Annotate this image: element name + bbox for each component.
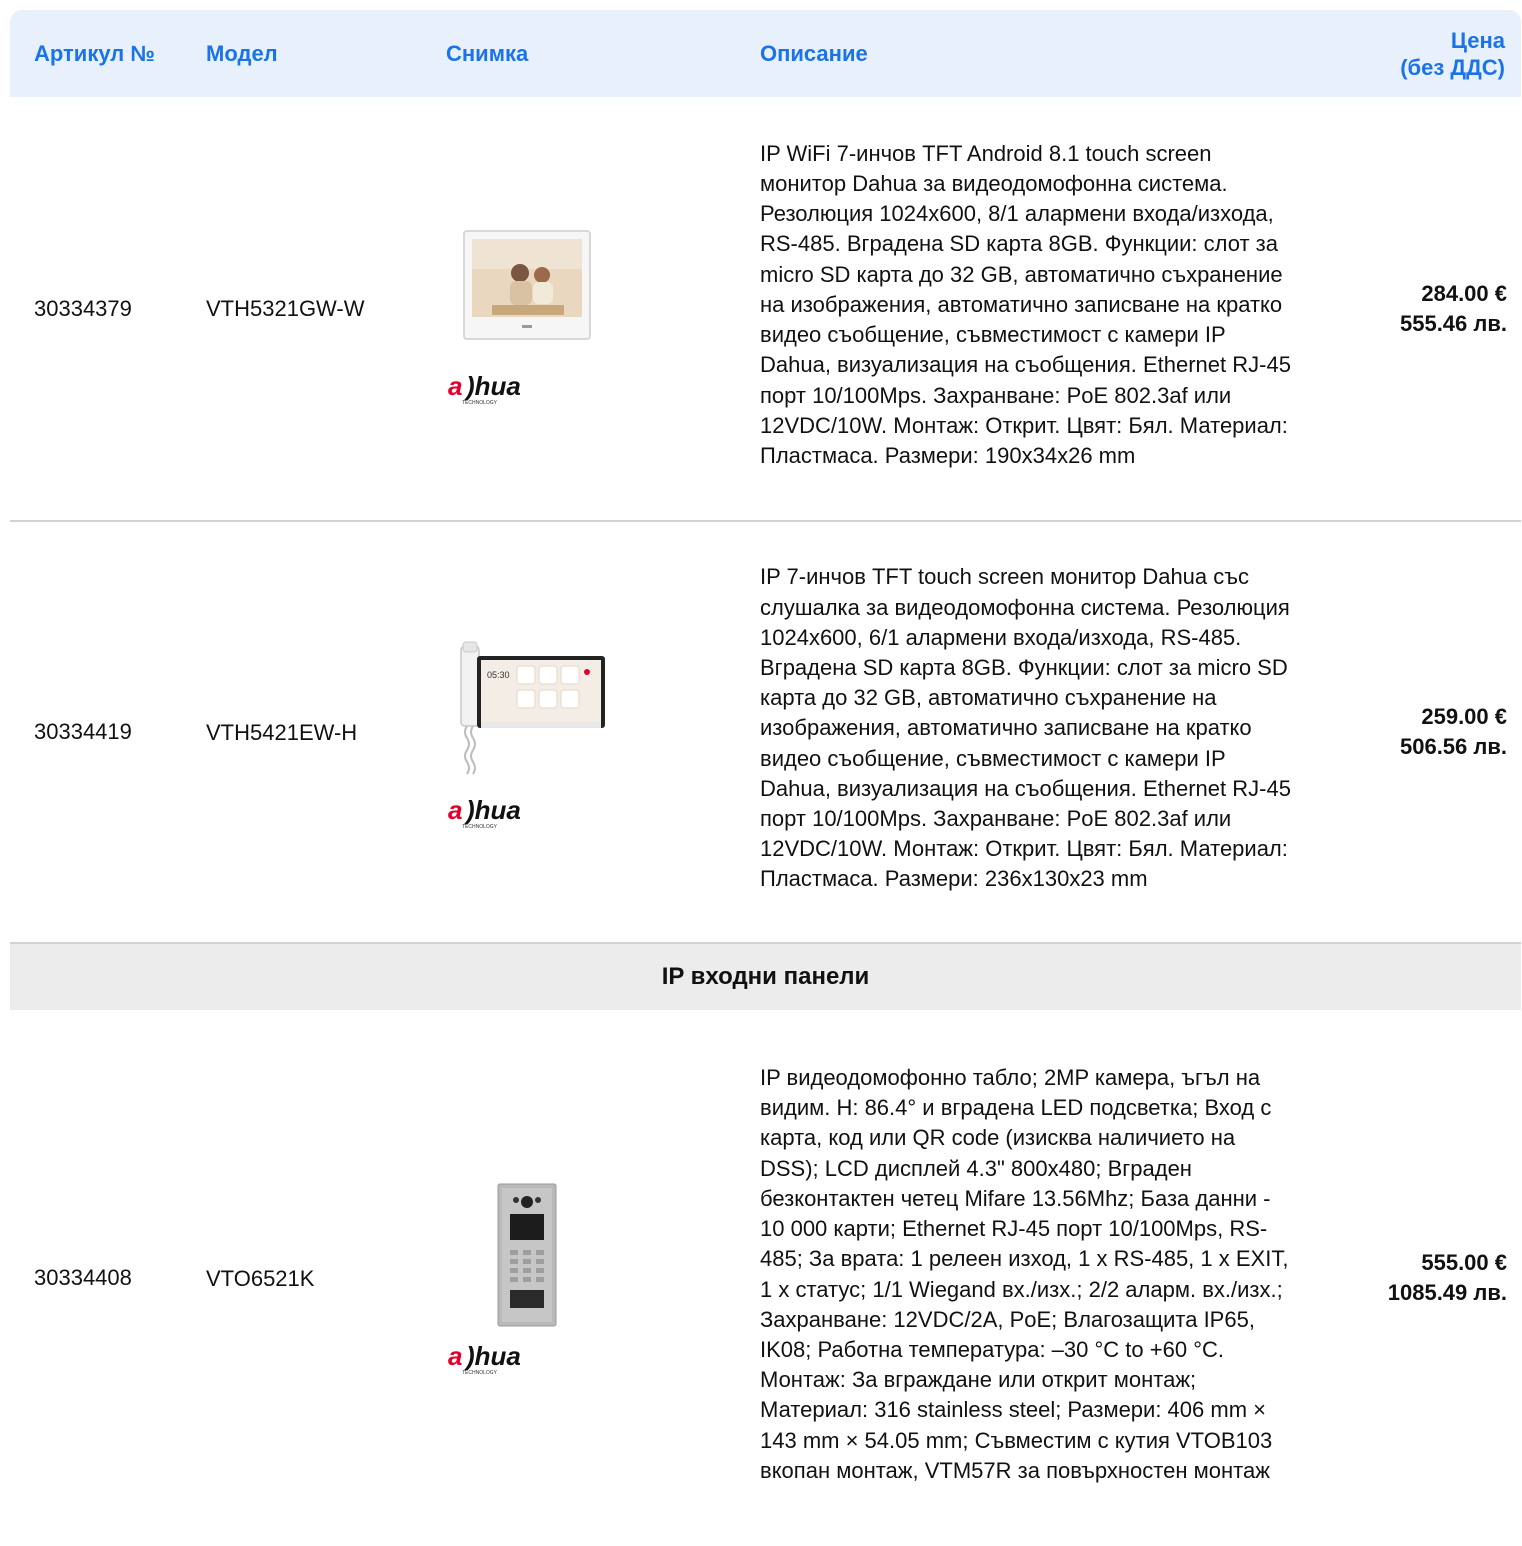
table-row: 30334379 VTH5321GW-W a)hua TECHNOLOGY I… [10,97,1521,522]
product-image-door-panel [446,1173,608,1336]
product-table: Артикул № Модел Снимка Описание Цена (бе… [10,10,1521,1546]
price-eur: 555.00 € [1421,1250,1507,1275]
price-bgn: 1085.49 лв. [1387,1280,1507,1305]
svg-text:TECHNOLOGY: TECHNOLOGY [462,824,498,830]
price-bgn: 555.46 лв. [1399,310,1507,336]
section-title: IP входни панели [10,943,1521,1010]
header-price-line1: Цена [1450,27,1505,53]
price-cell: 284.00 € 555.46 лв. [1305,97,1521,522]
model-name: VTH5421EW-H [200,521,446,944]
svg-text:05:30: 05:30 [487,670,510,680]
article-number: 30334408 [34,1265,132,1290]
header-article: Артикул № [10,10,200,97]
dahua-logo: a )hua TECHNOLOGY [448,371,521,406]
svg-text:)hua: )hua [463,373,521,401]
table-row: 30334419 VTH5421EW-H 05:30 a)hua TECHNO… [10,521,1521,944]
price-eur: 284.00 € [1421,280,1507,306]
svg-text:a: a [448,797,462,825]
image-cell: 05:30 a )hua TECHNOLOGY [446,521,760,944]
model-name: VTO6521K [206,1265,315,1291]
product-image-handset-monitor: 05:30 [446,627,608,790]
section-header-row: IP входни панели [10,943,1521,1010]
price-cell: 555.00 € 1085.49 лв. [1305,1010,1521,1546]
svg-text:a: a [448,373,462,401]
svg-text:a: a [448,1343,462,1371]
header-description: Описание [760,10,1305,97]
svg-text:TECHNOLOGY: TECHNOLOGY [462,400,498,406]
price-bgn: 506.56 лв. [1399,734,1507,759]
header-image: Снимка [446,10,760,97]
header-price-line2: (без ДДС) [1400,54,1505,80]
price-eur: 259.00 € [1421,704,1507,729]
svg-text:TECHNOLOGY: TECHNOLOGY [462,1370,498,1376]
product-description: IP WiFi 7-инчов TFT Android 8.1 touch sc… [760,97,1305,522]
header-model: Модел [200,10,446,97]
table-header-row: Артикул № Модел Снимка Описание Цена (бе… [10,10,1521,97]
dahua-logo: a )hua TECHNOLOGY [448,1341,521,1376]
image-cell: a )hua TECHNOLOGY [446,1010,760,1546]
dahua-logo: a )hua TECHNOLOGY [448,795,521,830]
article-number: 30334379 [10,97,200,522]
product-description: IP 7-инчов TFT touch screen монитор Dahu… [760,521,1305,944]
table-row: 30334408 VTO6521K a)hua TECHNOLOGY IP в… [10,1010,1521,1546]
svg-text:)hua: )hua [463,1343,521,1371]
product-image-monitor [446,204,608,366]
price-list: Артикул № Модел Снимка Описание Цена (бе… [10,10,1521,1546]
model-name: VTH5321GW-W [200,97,446,522]
price-cell: 259.00 € 506.56 лв. [1305,521,1521,944]
article-number: 30334419 [10,521,200,944]
svg-text:)hua: )hua [463,797,521,825]
image-cell: a )hua TECHNOLOGY [446,97,760,522]
product-description: IP видеодомофонно табло; 2MP камера, ъгъ… [760,1065,1289,1483]
header-price: Цена (без ДДС) [1305,10,1521,97]
